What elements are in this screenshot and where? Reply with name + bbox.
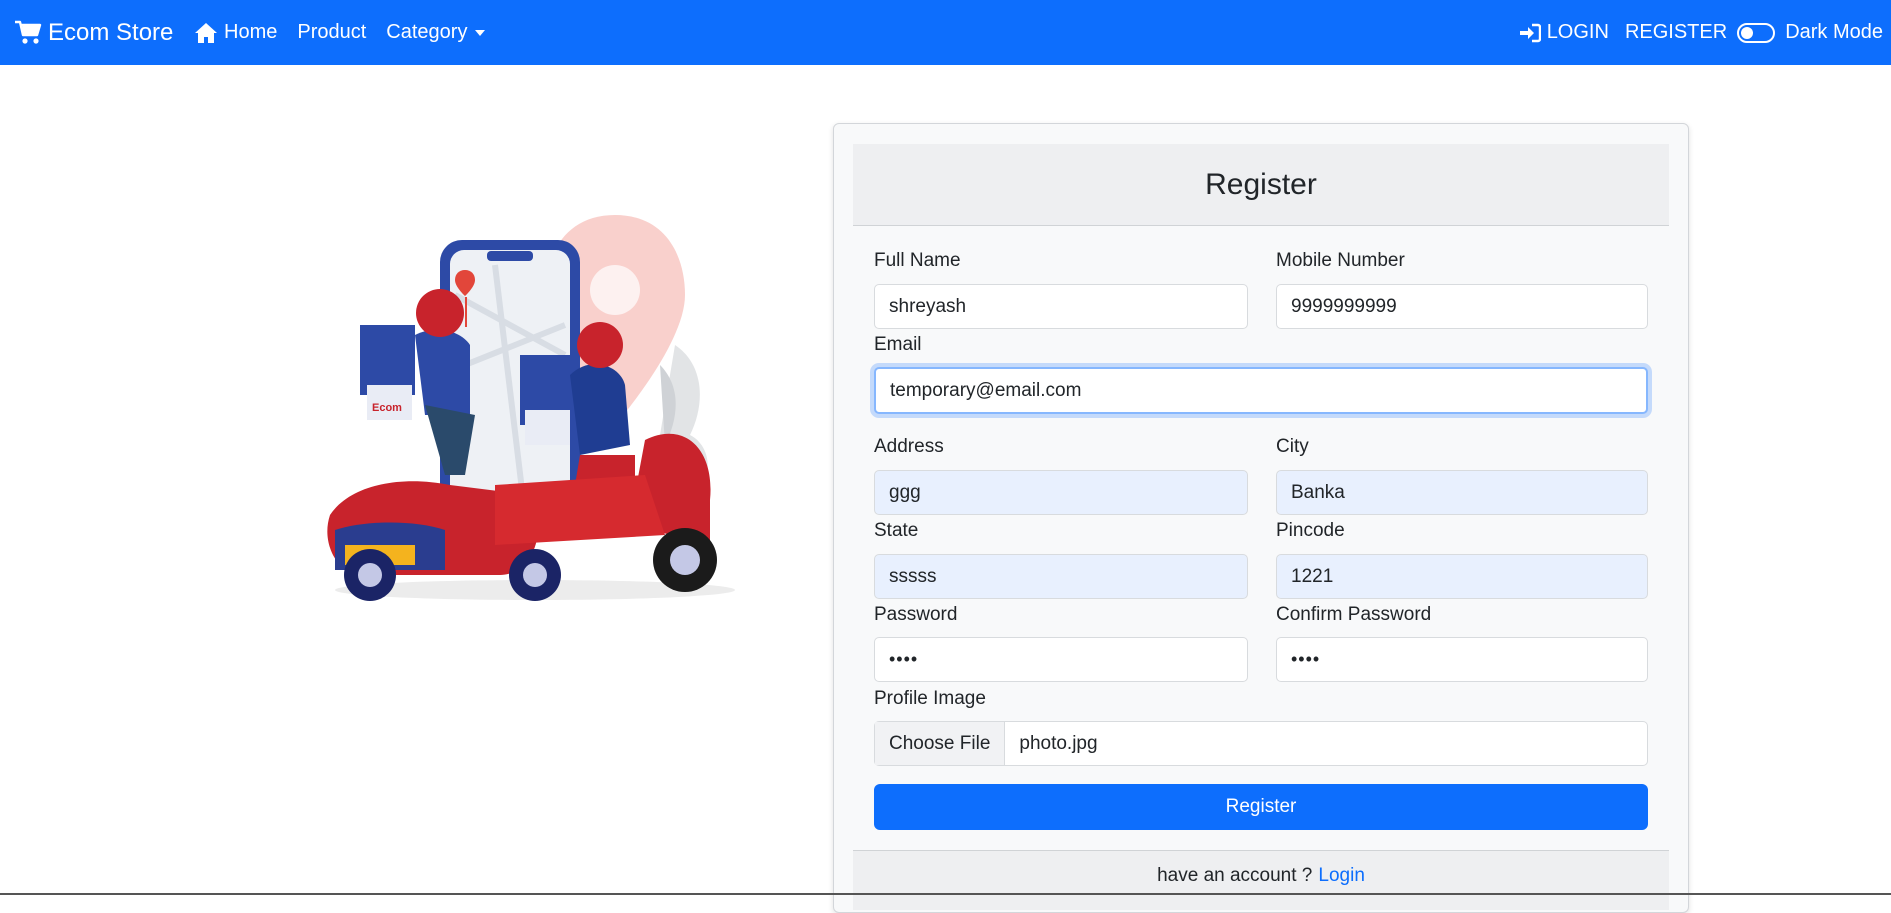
address-value: ggg: [889, 481, 921, 503]
pincode-label: Pincode: [1276, 520, 1345, 541]
mobile-number-value: 9999999999: [1291, 295, 1397, 317]
pincode-value: 1221: [1291, 565, 1334, 587]
home-icon: [195, 22, 217, 43]
choose-file-button[interactable]: Choose File: [875, 722, 1006, 765]
register-card: Register Full Name shreyash Mobile Numbe…: [833, 123, 1689, 913]
email-input[interactable]: temporary@email.com: [874, 367, 1648, 414]
city-input[interactable]: Banka: [1276, 470, 1648, 515]
password-input[interactable]: ••••: [874, 637, 1248, 682]
register-title: Register: [853, 144, 1669, 226]
nav-home-label: Home: [224, 21, 278, 43]
confirm-password-input[interactable]: ••••: [1276, 637, 1648, 682]
nav-login-label: LOGIN: [1546, 21, 1609, 43]
city-label: City: [1276, 436, 1309, 457]
nav-register-label: REGISTER: [1624, 21, 1728, 43]
address-label: Address: [874, 436, 944, 457]
nav-login[interactable]: LOGIN: [1519, 21, 1609, 44]
delivery-scooter-illustration: Ecom: [327, 215, 735, 601]
nav-category-label: Category: [386, 21, 468, 43]
register-button[interactable]: Register: [874, 784, 1648, 830]
pincode-input[interactable]: 1221: [1276, 554, 1648, 599]
email-label: Email: [874, 334, 922, 355]
address-input[interactable]: ggg: [874, 470, 1248, 515]
full-name-label: Full Name: [874, 250, 961, 271]
toggle-knob: [1741, 26, 1754, 39]
chevron-down-icon: [475, 29, 486, 36]
profile-image-input[interactable]: Choose File photo.jpg: [874, 721, 1648, 766]
nav-home[interactable]: Home: [194, 21, 277, 44]
login-link[interactable]: Login: [1318, 865, 1365, 887]
nav-register[interactable]: REGISTER: [1625, 21, 1727, 44]
cart-icon: [15, 20, 42, 44]
password-label: Password: [874, 604, 958, 625]
nav-category-dropdown[interactable]: Category: [386, 21, 486, 44]
footer-text: have an account ?: [1157, 865, 1313, 886]
nav-product[interactable]: Product: [297, 21, 366, 44]
state-value: sssss: [889, 565, 937, 587]
nav-product-label: Product: [297, 21, 367, 43]
card-footer: have an account ? Login: [853, 850, 1669, 910]
mobile-number-label: Mobile Number: [1276, 250, 1405, 271]
email-value: temporary@email.com: [890, 379, 1082, 401]
box-logo-text: Ecom: [372, 402, 402, 414]
full-name-input[interactable]: shreyash: [874, 284, 1248, 329]
city-value: Banka: [1291, 481, 1345, 503]
password-value: ••••: [889, 649, 919, 669]
file-name: photo.jpg: [1019, 732, 1098, 754]
navbar: Ecom Store Home Product Category LOGIN R…: [0, 0, 1891, 65]
profile-image-label: Profile Image: [874, 688, 986, 709]
dark-mode-toggle[interactable]: [1737, 22, 1776, 43]
mobile-number-input[interactable]: 9999999999: [1276, 284, 1648, 329]
state-label: State: [874, 520, 919, 541]
confirm-password-label: Confirm Password: [1276, 604, 1432, 625]
brand-link[interactable]: Ecom Store: [14, 0, 173, 65]
full-name-value: shreyash: [889, 295, 967, 317]
state-input[interactable]: sssss: [874, 554, 1248, 599]
confirm-password-value: ••••: [1291, 649, 1321, 669]
sign-in-icon: [1519, 23, 1541, 42]
dark-mode-label: Dark Mode: [1785, 21, 1883, 43]
brand-name: Ecom Store: [48, 18, 174, 46]
